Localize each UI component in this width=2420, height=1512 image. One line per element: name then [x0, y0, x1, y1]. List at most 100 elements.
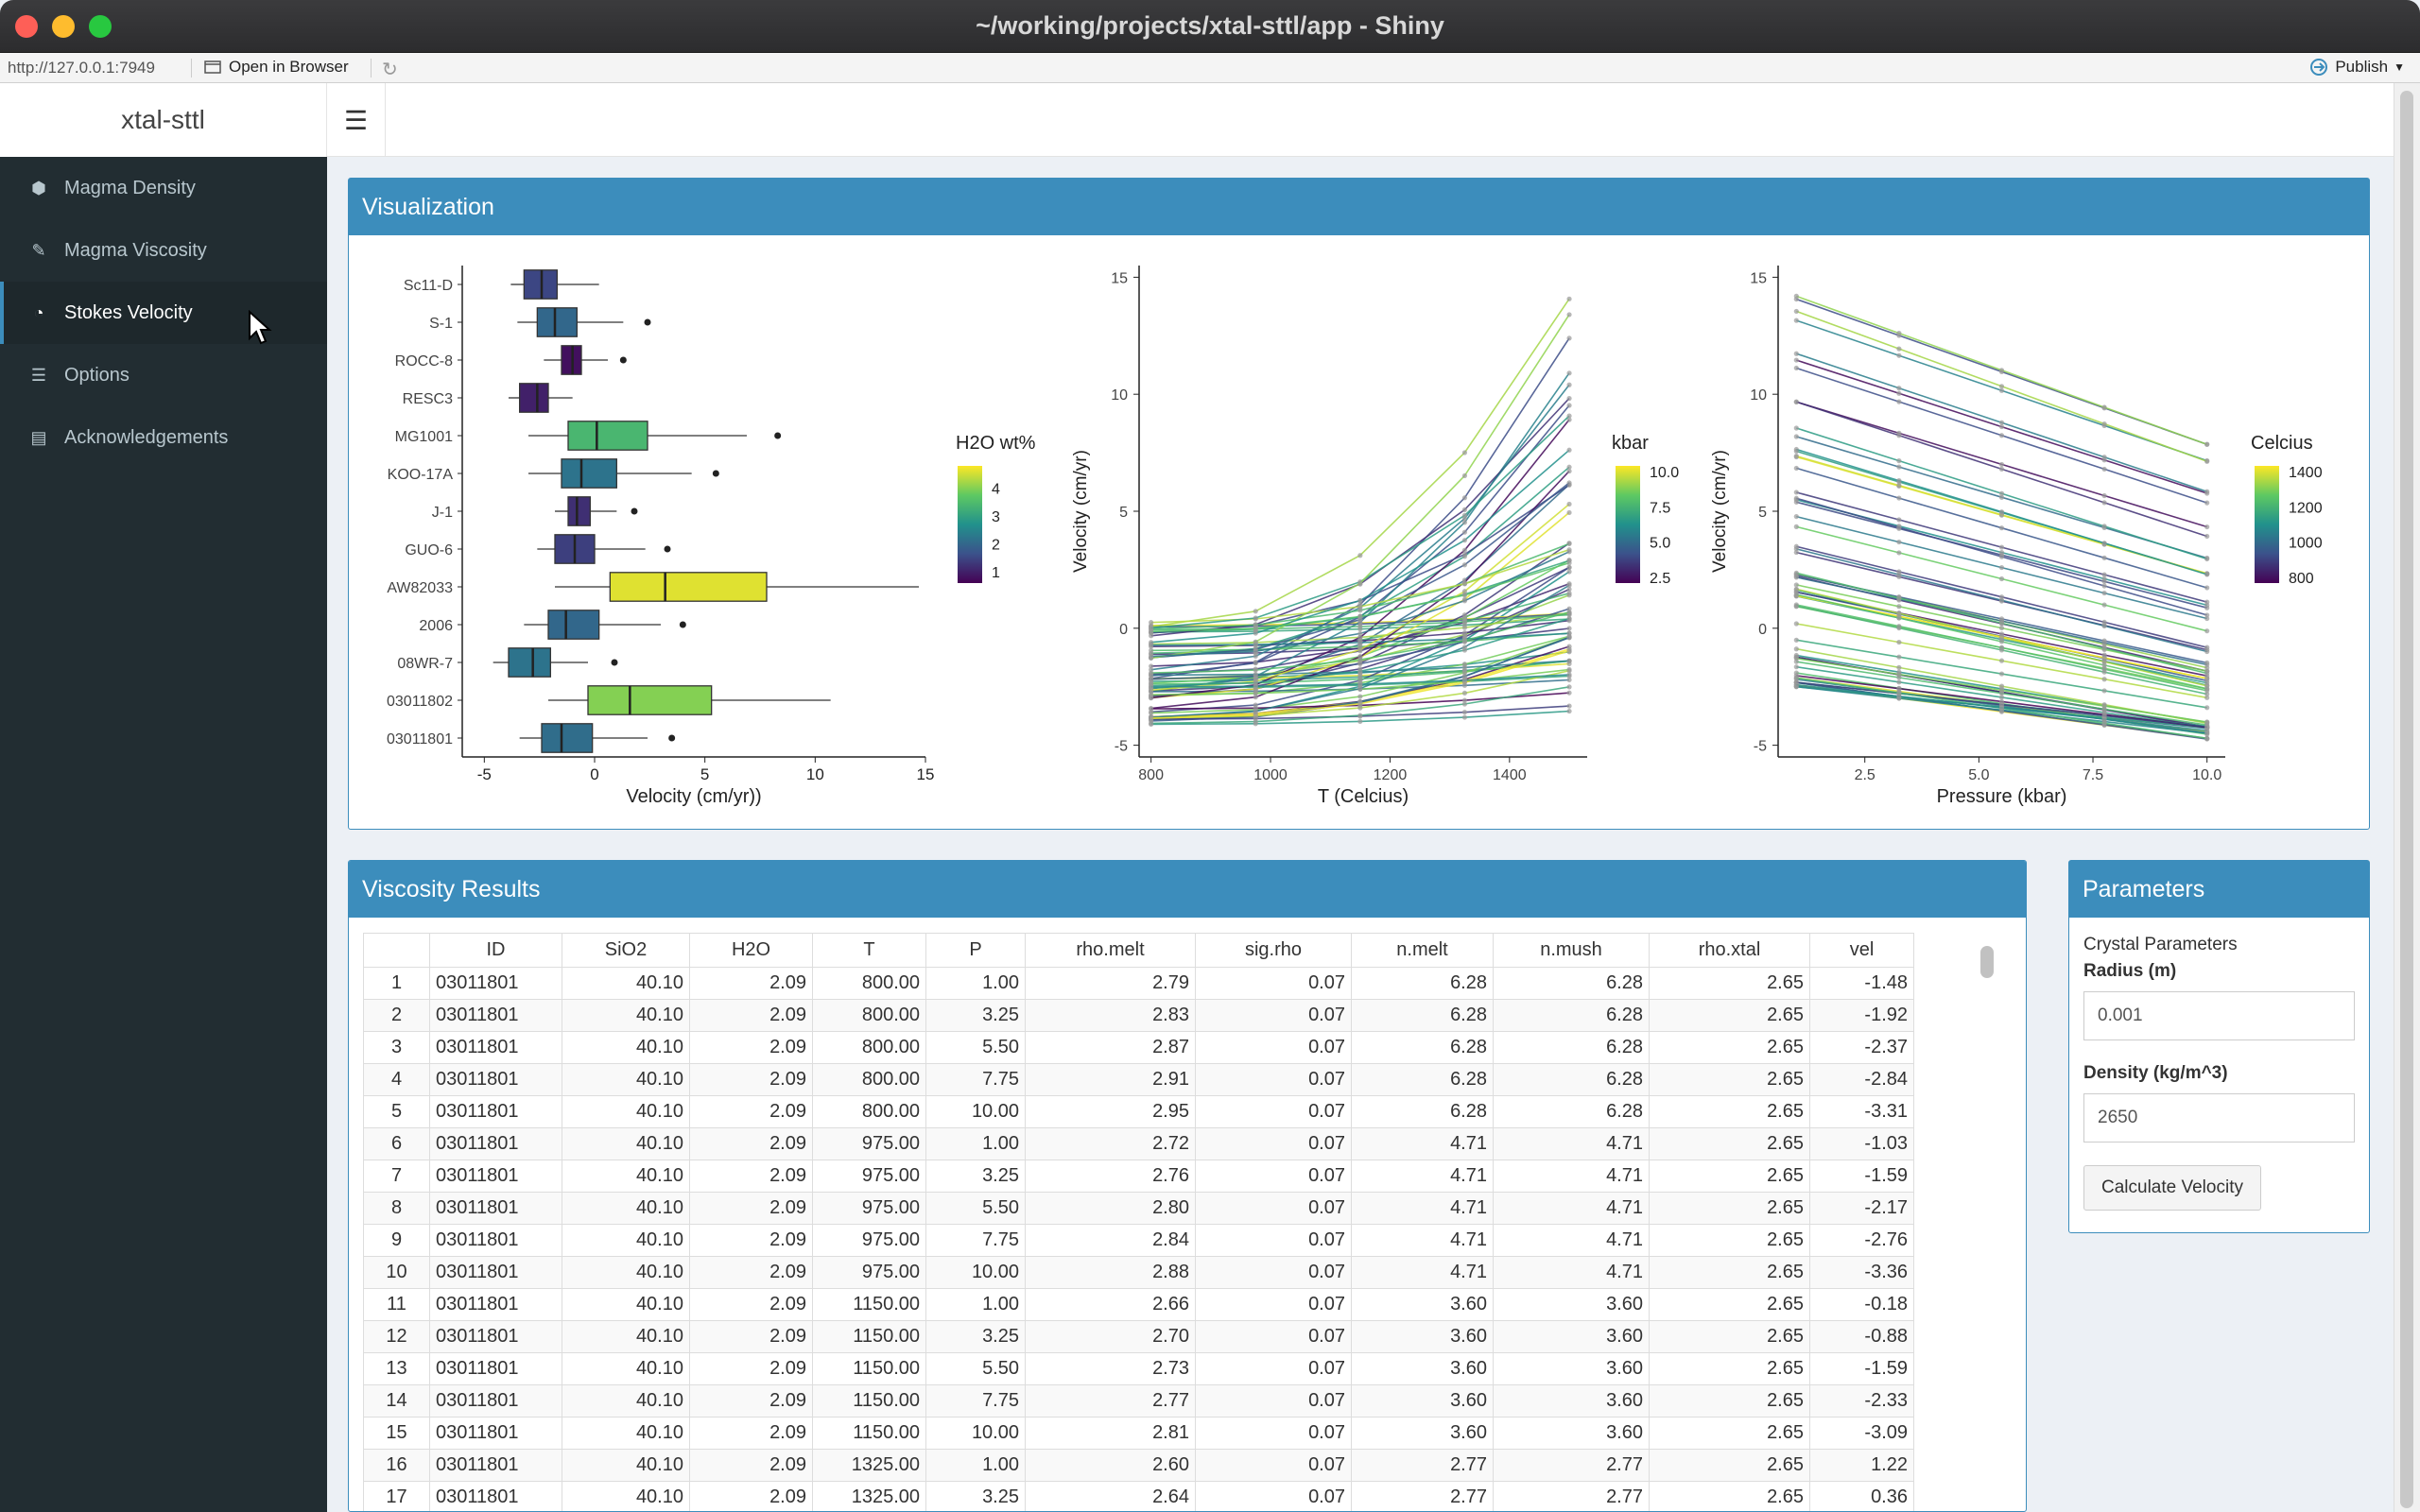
table-row[interactable]: 5 03011801 40.10 2.09 800.00 10.00 2.95 0.07 6.2… [363, 1095, 1914, 1128]
column-header[interactable]: sig.rho [1195, 933, 1352, 968]
colorbar-label: 4 [992, 482, 1000, 498]
table-cell: -1.59 [1809, 1352, 1914, 1385]
table-row[interactable]: 11 03011801 40.10 2.09 1150.00 1.00 2.66 0.07 3.… [363, 1288, 1914, 1321]
mouse-cursor-icon [249, 310, 272, 345]
data-point [1357, 685, 1363, 692]
sidebar-item-acknowledgements[interactable]: ▤ Acknowledgements [0, 406, 327, 469]
sidebar-item-stokes-velocity[interactable]: ◔ Stokes Velocity [0, 282, 327, 344]
column-header[interactable]: T [812, 933, 926, 968]
y-tick-label: 15 [1750, 270, 1767, 286]
table-cell: 3.60 [1493, 1352, 1650, 1385]
table-cell: 800.00 [812, 999, 926, 1032]
data-point [1566, 672, 1572, 678]
table-cell: 10.00 [925, 1095, 1026, 1128]
table-row[interactable]: 2 03011801 40.10 2.09 800.00 3.25 2.83 0.07 6.28… [363, 999, 1914, 1032]
table-cell: 2.65 [1649, 1031, 1810, 1064]
open-in-browser-button[interactable]: Open in Browser [204, 58, 349, 77]
table-cell: 6.28 [1493, 999, 1650, 1032]
table-row[interactable]: 14 03011801 40.10 2.09 1150.00 7.75 2.77 0.07 3.… [363, 1384, 1914, 1418]
data-point [1998, 466, 2005, 472]
table-cell: 2.88 [1025, 1256, 1196, 1289]
column-header[interactable]: SiO2 [562, 933, 690, 968]
column-header[interactable]: H2O [689, 933, 813, 968]
table-cell: 0.07 [1195, 1256, 1352, 1289]
data-point [1253, 626, 1258, 631]
table-row[interactable]: 16 03011801 40.10 2.09 1325.00 1.00 2.60 0.07 2.… [363, 1449, 1914, 1482]
table-cell: 2.09 [689, 1224, 813, 1257]
colorbar-label: 7.5 [1650, 500, 1670, 516]
refresh-icon[interactable]: ↻ [382, 58, 398, 81]
sidebar-item-options[interactable]: ☰ Options [0, 344, 327, 406]
table-cell: 7.75 [925, 1224, 1026, 1257]
x-tick-label: 1400 [1493, 767, 1527, 783]
table-row[interactable]: 1 03011801 40.10 2.09 800.00 1.00 2.79 0.07 6.28… [363, 967, 1914, 1000]
table-row[interactable]: 4 03011801 40.10 2.09 800.00 7.75 2.91 0.07 6.28… [363, 1063, 1914, 1096]
sidebar-toggle-button[interactable]: ☰ [327, 83, 386, 157]
data-point [2204, 662, 2210, 667]
radius-input[interactable]: 0.001 [2083, 991, 2355, 1040]
column-header[interactable]: ID [429, 933, 562, 968]
column-header[interactable]: vel [1809, 933, 1914, 968]
density-input[interactable]: 2650 [2083, 1093, 2355, 1143]
sidebar-item-magma-viscosity[interactable]: ✎ Magma Viscosity [0, 219, 327, 282]
data-point [1461, 538, 1468, 543]
table-row[interactable]: 10 03011801 40.10 2.09 975.00 10.00 2.88 0.07 4.… [363, 1256, 1914, 1289]
table-cell: 2.65 [1649, 1160, 1810, 1193]
table-cell: 03011801 [429, 1481, 562, 1511]
data-point [1461, 472, 1468, 479]
table-row[interactable]: 8 03011801 40.10 2.09 975.00 5.50 2.80 0.07 4.71… [363, 1192, 1914, 1225]
column-header[interactable]: n.melt [1351, 933, 1494, 968]
data-point [1793, 602, 1799, 608]
data-point [2204, 605, 2210, 610]
table-scrollbar[interactable] [1979, 933, 1999, 1511]
table-cell: 2.95 [1025, 1095, 1196, 1128]
y-tick-label: -5 [1754, 739, 1767, 755]
sidebar-item-magma-density[interactable]: ⬢ Magma Density [0, 157, 327, 219]
colorbar-label: 2 [992, 538, 1000, 554]
table-row[interactable]: 3 03011801 40.10 2.09 800.00 5.50 2.87 0.07 6.28… [363, 1031, 1914, 1064]
column-header[interactable]: n.mush [1493, 933, 1650, 968]
page-scrollbar[interactable] [2394, 83, 2420, 1512]
book-icon: ▤ [30, 427, 47, 447]
table-row[interactable]: 17 03011801 40.10 2.09 1325.00 3.25 2.64 0.07 2.… [363, 1481, 1914, 1511]
column-header[interactable] [363, 933, 430, 968]
category-label: J-1 [432, 505, 453, 521]
box-mark [609, 572, 768, 602]
data-point [1566, 708, 1572, 714]
data-point [1566, 312, 1572, 318]
table-cell: 2.65 [1649, 1192, 1810, 1225]
column-header[interactable]: rho.melt [1025, 933, 1196, 968]
data-point [1253, 630, 1258, 636]
data-point [1896, 671, 1902, 678]
data-point [1461, 581, 1468, 587]
table-cell: 40.10 [562, 1160, 690, 1193]
table-row[interactable]: 15 03011801 40.10 2.09 1150.00 10.00 2.81 0.07 3… [363, 1417, 1914, 1450]
table-cell: 3.60 [1351, 1384, 1494, 1418]
category-label: KOO-17A [388, 467, 454, 483]
calculate-velocity-button[interactable]: Calculate Velocity [2083, 1165, 2261, 1211]
app-brand[interactable]: xtal-sttl [0, 83, 327, 157]
table-row[interactable]: 13 03011801 40.10 2.09 1150.00 5.50 2.73 0.07 3.… [363, 1352, 1914, 1385]
column-header[interactable]: P [925, 933, 1026, 968]
table-cell: 4.71 [1493, 1224, 1650, 1257]
data-point [1149, 715, 1154, 721]
outlier-point [774, 432, 782, 439]
table-cell: -3.36 [1809, 1256, 1914, 1289]
sidebar-item-label: Stokes Velocity [64, 301, 193, 323]
data-point [1357, 701, 1363, 707]
hamburger-icon: ☰ [343, 105, 369, 135]
data-point [1998, 509, 2005, 515]
column-header[interactable]: rho.xtal [1649, 933, 1810, 968]
table-row[interactable]: 9 03011801 40.10 2.09 975.00 7.75 2.84 0.07 4.71… [363, 1224, 1914, 1257]
y-tick-label: 15 [1111, 270, 1128, 286]
table-cell: 2.77 [1025, 1384, 1196, 1418]
data-point [1998, 433, 2005, 438]
data-point [1461, 701, 1468, 707]
publish-button[interactable]: Publish ▼ [2308, 58, 2405, 77]
table-cell: 0.07 [1195, 1352, 1352, 1385]
table-row[interactable]: 6 03011801 40.10 2.09 975.00 1.00 2.72 0.07 4.71… [363, 1127, 1914, 1160]
table-row[interactable]: 7 03011801 40.10 2.09 975.00 3.25 2.76 0.07 4.71… [363, 1160, 1914, 1193]
table-cell: 2.79 [1025, 967, 1196, 1000]
table-row[interactable]: 12 03011801 40.10 2.09 1150.00 3.25 2.70 0.07 3.… [363, 1320, 1914, 1353]
data-point [1793, 575, 1799, 580]
